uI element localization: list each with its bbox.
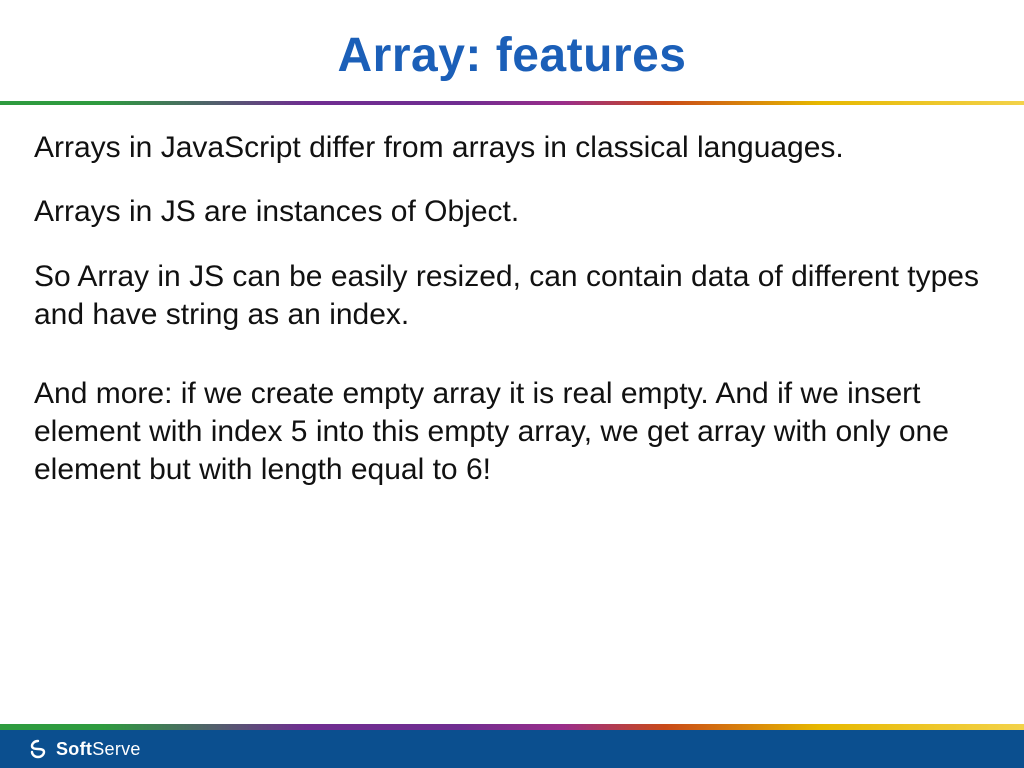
softserve-logo-icon: [28, 739, 48, 759]
footer-bar: SoftServe: [0, 730, 1024, 768]
paragraph-2: Arrays in JS are instances of Object.: [34, 193, 990, 231]
footer-brand: SoftServe: [56, 739, 141, 760]
slide-title: Array: features: [0, 0, 1024, 101]
paragraph-4: And more: if we create empty array it is…: [34, 375, 990, 490]
paragraph-1: Arrays in JavaScript differ from arrays …: [34, 129, 990, 167]
footer-brand-strong: Soft: [56, 739, 92, 759]
slide: Array: features Arrays in JavaScript dif…: [0, 0, 1024, 768]
slide-content: Arrays in JavaScript differ from arrays …: [0, 105, 1024, 768]
footer: SoftServe: [0, 724, 1024, 768]
paragraph-3: So Array in JS can be easily resized, ca…: [34, 258, 990, 335]
footer-brand-light: Serve: [92, 739, 141, 759]
